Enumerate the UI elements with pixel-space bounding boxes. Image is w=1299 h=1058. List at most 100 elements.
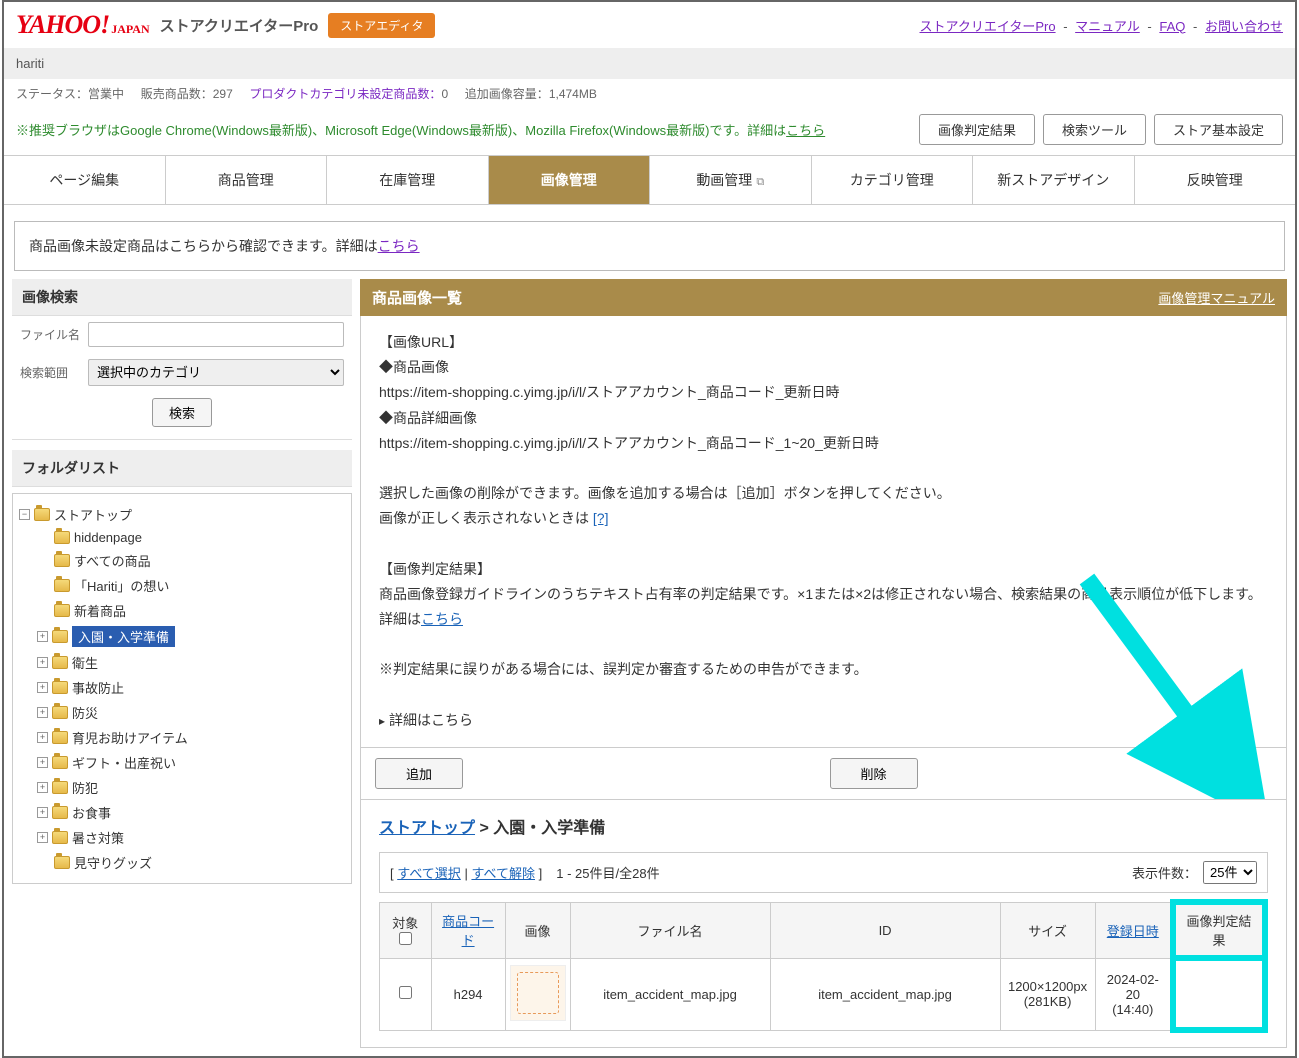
delete-button[interactable]: 削除 (830, 758, 918, 789)
tab-0[interactable]: ページ編集 (4, 156, 166, 204)
judge-detail-link[interactable]: こちら (421, 611, 463, 627)
display-error-link[interactable]: [?] (593, 510, 609, 526)
folder-item[interactable]: 見守りグッズ (35, 850, 347, 875)
folder-icon (54, 554, 70, 567)
image-manage-manual-link[interactable]: 画像管理マニュアル (1158, 288, 1275, 307)
folder-icon (52, 681, 68, 694)
folder-label: 暑さ対策 (72, 828, 124, 847)
delete-note: 選択した画像の削除ができます。画像を追加する場合は［追加］ボタンを押してください… (379, 481, 1268, 506)
sales-count-label: 販売商品数： (141, 87, 213, 101)
product-cat-unset-link[interactable]: プロダクトカテゴリ未設定商品数： (249, 87, 441, 101)
tab-4[interactable]: 動画管理 (650, 156, 812, 204)
select-all-checkbox[interactable] (399, 932, 412, 945)
image-search-header: 画像検索 (12, 279, 352, 316)
folder-item[interactable]: +衛生 (35, 650, 347, 675)
cell-thumb[interactable] (505, 958, 570, 1030)
additional-image-value: 1,474MB (549, 87, 597, 101)
folder-item[interactable]: hiddenpage (35, 527, 347, 548)
browser-note-link[interactable]: こちら (786, 123, 825, 138)
folder-item[interactable]: +事故防止 (35, 675, 347, 700)
tab-6[interactable]: 新ストアデザイン (973, 156, 1135, 204)
store-name: hariti (4, 48, 1295, 79)
expand-icon[interactable]: + (37, 782, 48, 793)
image-judge-result-button[interactable]: 画像判定結果 (919, 114, 1035, 145)
row-checkbox[interactable] (399, 986, 412, 999)
breadcrumb-root[interactable]: ストアトップ (379, 820, 475, 837)
notice-link[interactable]: こちら (378, 238, 420, 254)
folder-icon (54, 531, 70, 544)
col-product-code[interactable]: 商品コード (431, 902, 505, 958)
judge-heading: 【画像判定結果】 (379, 557, 1268, 582)
store-editor-button[interactable]: ストアエディタ (328, 13, 435, 38)
col-reg-date[interactable]: 登録日時 (1095, 902, 1173, 958)
search-tool-button[interactable]: 検索ツール (1043, 114, 1146, 145)
expand-icon[interactable]: + (37, 832, 48, 843)
link-faq[interactable]: FAQ (1159, 19, 1185, 34)
tab-5[interactable]: カテゴリ管理 (812, 156, 974, 204)
folder-item[interactable]: 「Hariti」の想い (35, 573, 347, 598)
folder-item[interactable]: 新着商品 (35, 598, 347, 623)
folder-item[interactable]: すべての商品 (35, 548, 347, 573)
display-count-label: 表示件数： (1132, 863, 1197, 882)
display-count-select[interactable]: 25件 (1203, 861, 1257, 884)
expand-icon[interactable]: + (37, 682, 48, 693)
browser-note: ※推奨ブラウザはGoogle Chrome(Windows最新版)、Micros… (16, 120, 825, 139)
range-select[interactable]: 選択中のカテゴリ (88, 359, 344, 386)
tab-2[interactable]: 在庫管理 (327, 156, 489, 204)
deselect-all-link[interactable]: すべて解除 (471, 866, 535, 881)
tab-1[interactable]: 商品管理 (166, 156, 328, 204)
count-info: 1 - 25件目/全28件 (556, 863, 659, 882)
product-image-url: https://item-shopping.c.yimg.jp/i/l/ストアア… (379, 380, 1268, 405)
folder-item[interactable]: +ギフト・出産祝い (35, 750, 347, 775)
folder-icon (54, 579, 70, 592)
folder-item[interactable]: + 防災 (35, 700, 347, 725)
folder-item[interactable]: +防犯 (35, 775, 347, 800)
judge-detail-prefix: 詳細は (379, 611, 421, 627)
select-all-link[interactable]: すべて選択 (397, 866, 461, 881)
expand-icon[interactable]: + (37, 707, 48, 718)
folder-item[interactable]: + 育児お助けアイテム (35, 725, 347, 750)
header-title: ストアクリエイターPro (160, 15, 319, 36)
folder-label: お食事 (72, 803, 111, 822)
search-button[interactable]: 検索 (152, 398, 212, 427)
folder-label: 見守りグッズ (74, 853, 152, 872)
thumbnail-image (510, 965, 566, 1021)
notice-box: 商品画像未設定商品はこちらから確認できます。詳細はこちら (14, 221, 1285, 271)
link-manual[interactable]: マニュアル (1075, 19, 1140, 34)
add-button[interactable]: 追加 (375, 758, 463, 789)
folder-icon (52, 706, 68, 719)
cell-product-code: h294 (431, 958, 505, 1030)
detail-image-url: https://item-shopping.c.yimg.jp/i/l/ストアア… (379, 431, 1268, 456)
folder-root[interactable]: − ストアトップ (17, 502, 347, 527)
product-cat-unset-value: 0 (441, 87, 448, 101)
filename-label: ファイル名 (20, 326, 80, 343)
folder-item[interactable]: + お食事 (35, 800, 347, 825)
link-creator-pro[interactable]: ストアクリエイターPro (920, 19, 1056, 34)
folder-icon (34, 508, 50, 521)
details-toggle[interactable]: 詳細はこちら (379, 708, 1268, 733)
folder-item[interactable]: + 暑さ対策 (35, 825, 347, 850)
expand-icon[interactable]: + (37, 757, 48, 768)
tab-7[interactable]: 反映管理 (1135, 156, 1296, 204)
col-size: サイズ (1000, 902, 1095, 958)
link-contact[interactable]: お問い合わせ (1205, 19, 1283, 34)
store-settings-button[interactable]: ストア基本設定 (1154, 114, 1283, 145)
expand-icon[interactable]: + (37, 657, 48, 668)
expand-icon[interactable]: + (37, 732, 48, 743)
folder-icon (54, 604, 70, 617)
expand-icon[interactable]: + (37, 631, 48, 642)
folder-icon (52, 781, 68, 794)
folder-label: 防災 (72, 703, 98, 722)
folder-label: hiddenpage (74, 530, 142, 545)
folder-item[interactable]: +入園・入学準備 (35, 623, 347, 650)
filename-input[interactable] (88, 322, 344, 347)
cell-id: item_accident_map.jpg (770, 958, 1000, 1030)
folder-label: 育児お助けアイテム (72, 728, 188, 747)
range-label: 検索範囲 (20, 364, 80, 381)
col-filename: ファイル名 (570, 902, 770, 958)
tab-3[interactable]: 画像管理 (489, 156, 651, 204)
image-table: 対象 商品コード 画像 ファイル名 ID サイズ 登録日時 画像判定結果 h29… (379, 899, 1268, 1033)
expand-icon[interactable]: + (37, 807, 48, 818)
folder-tree: − ストアトップ hiddenpage すべての商品「Hariti」の想い新着商品… (13, 494, 351, 883)
collapse-icon[interactable]: − (19, 509, 30, 520)
